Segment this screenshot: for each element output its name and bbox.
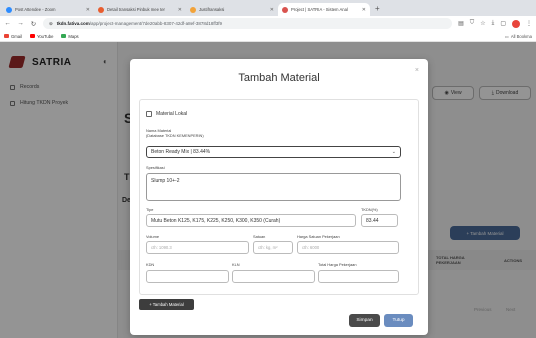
- nama-material-select[interactable]: Beton Ready Mix | 83.44% ⌄: [146, 146, 401, 158]
- total-harga-input[interactable]: [318, 270, 399, 283]
- site-info-icon[interactable]: ⊜: [49, 21, 53, 27]
- zoom-favicon-icon: [6, 6, 12, 13]
- browser-tab-strip: Post Attendee - Zoom ✕ Detail transaksi …: [0, 0, 536, 16]
- url-bar[interactable]: ⊜ tkdn.fativa.com/app/project-management…: [43, 18, 453, 29]
- tipe-input[interactable]: Mutu Beton K125, K175, K225, K250, K300,…: [146, 214, 356, 227]
- profile-avatar[interactable]: [512, 19, 520, 28]
- browser-tab-active[interactable]: Project | SATRIA - Sistem Anal ✕: [278, 3, 370, 16]
- spesifikasi-label: Spesifikasi: [146, 165, 165, 170]
- modal-title: Tambah Material: [238, 72, 320, 84]
- selected-material: Beton Ready Mix | 83.44%: [151, 149, 211, 155]
- satuan-label: Satuan: [253, 234, 266, 239]
- gmail-icon: [4, 34, 9, 38]
- material-form-card: Material Lokal Nama Material (Database T…: [139, 99, 419, 295]
- database-label: (Database TKDN KEMENPERIN): [146, 133, 204, 138]
- tipe-label: Tipe: [146, 207, 154, 212]
- add-material-button[interactable]: + Tambah Material: [139, 299, 194, 310]
- harga-satuan-input[interactable]: cth: 6000: [297, 241, 399, 254]
- reload-icon[interactable]: ↻: [30, 20, 37, 28]
- tab-title: Justifransaksi: [199, 7, 225, 12]
- bookmark-gmail[interactable]: Gmail: [4, 34, 22, 39]
- satria-favicon-icon: [282, 6, 288, 13]
- tkdn-input[interactable]: 83.44: [361, 214, 398, 227]
- url-path: /app/project-management/7de20abb-8307-42…: [89, 21, 223, 26]
- volume-input[interactable]: cth: 1090.3: [146, 241, 249, 254]
- browser-tab[interactable]: Detail transaksi Pinbuk mee ter ✕: [94, 3, 186, 16]
- url-domain: tkdn.fativa.com: [56, 21, 90, 26]
- bookmark-youtube[interactable]: YouTube: [29, 34, 53, 39]
- address-toolbar: ← → ↻ ⊜ tkdn.fativa.com/app/project-mana…: [0, 16, 536, 31]
- browser-tab[interactable]: Justifransaksi ✕: [186, 3, 278, 16]
- bookmarks-bar: Gmail YouTube Maps ▭ All Bookma: [0, 31, 536, 42]
- close-icon[interactable]: ✕: [178, 7, 182, 13]
- spesifikasi-textarea[interactable]: Slump 10+-2: [146, 173, 401, 201]
- kln-label: KLN: [232, 262, 240, 267]
- satuan-input[interactable]: cth: kg, m²: [253, 241, 293, 254]
- back-arrow-icon[interactable]: ←: [4, 20, 11, 27]
- forward-arrow-icon[interactable]: →: [17, 20, 24, 27]
- harga-satuan-label: Harga Satuan Pekerjaan: [297, 234, 340, 239]
- close-icon[interactable]: ✕: [270, 7, 274, 13]
- tab-title: Project | SATRIA - Sistem Anal: [291, 7, 348, 12]
- bookmark-maps[interactable]: Maps: [61, 34, 79, 39]
- sidepanel-icon[interactable]: ▢: [500, 20, 506, 27]
- site-favicon-icon: [190, 6, 196, 13]
- close-icon[interactable]: ✕: [86, 7, 90, 13]
- tab-title: Post Attendee - Zoom: [15, 7, 56, 12]
- kdn-label: KDN: [146, 262, 155, 267]
- download-icon[interactable]: ⤓: [492, 20, 495, 27]
- star-icon[interactable]: ☆: [480, 20, 485, 27]
- folder-icon: ▭: [504, 33, 509, 39]
- kln-input[interactable]: [232, 270, 315, 283]
- material-lokal-checkbox[interactable]: [146, 111, 152, 117]
- close-icon[interactable]: ×: [415, 67, 419, 74]
- kdn-input[interactable]: [146, 270, 229, 283]
- all-bookmarks[interactable]: ▭ All Bookma: [505, 34, 532, 39]
- browser-tab[interactable]: Post Attendee - Zoom ✕: [2, 3, 94, 16]
- menu-dots-icon[interactable]: ⋮: [526, 20, 532, 27]
- material-lokal-label: Material Lokal: [156, 111, 188, 117]
- extension-icon[interactable]: ⛉: [470, 20, 475, 27]
- chevron-down-icon: ⌄: [391, 149, 396, 155]
- save-button[interactable]: Simpan: [349, 314, 380, 327]
- material-lokal-row: Material Lokal: [146, 111, 187, 117]
- youtube-icon: [29, 34, 35, 38]
- volume-label: Volume: [146, 234, 159, 239]
- tab-title: Detail transaksi Pinbuk mee ter: [107, 7, 165, 12]
- tambah-material-modal: Tambah Material × Material Lokal Nama Ma…: [130, 59, 428, 335]
- total-harga-label: Total Harga Pekerjaan: [318, 262, 357, 267]
- maps-icon: [61, 34, 67, 38]
- close-icon[interactable]: ✕: [362, 7, 366, 13]
- site-favicon-icon: [98, 6, 104, 13]
- close-button[interactable]: Tutup: [384, 314, 413, 327]
- new-tab-button[interactable]: +: [370, 3, 385, 16]
- tkdn-label: TKDN(%): [361, 207, 378, 212]
- extension-icon[interactable]: ▤: [458, 20, 464, 27]
